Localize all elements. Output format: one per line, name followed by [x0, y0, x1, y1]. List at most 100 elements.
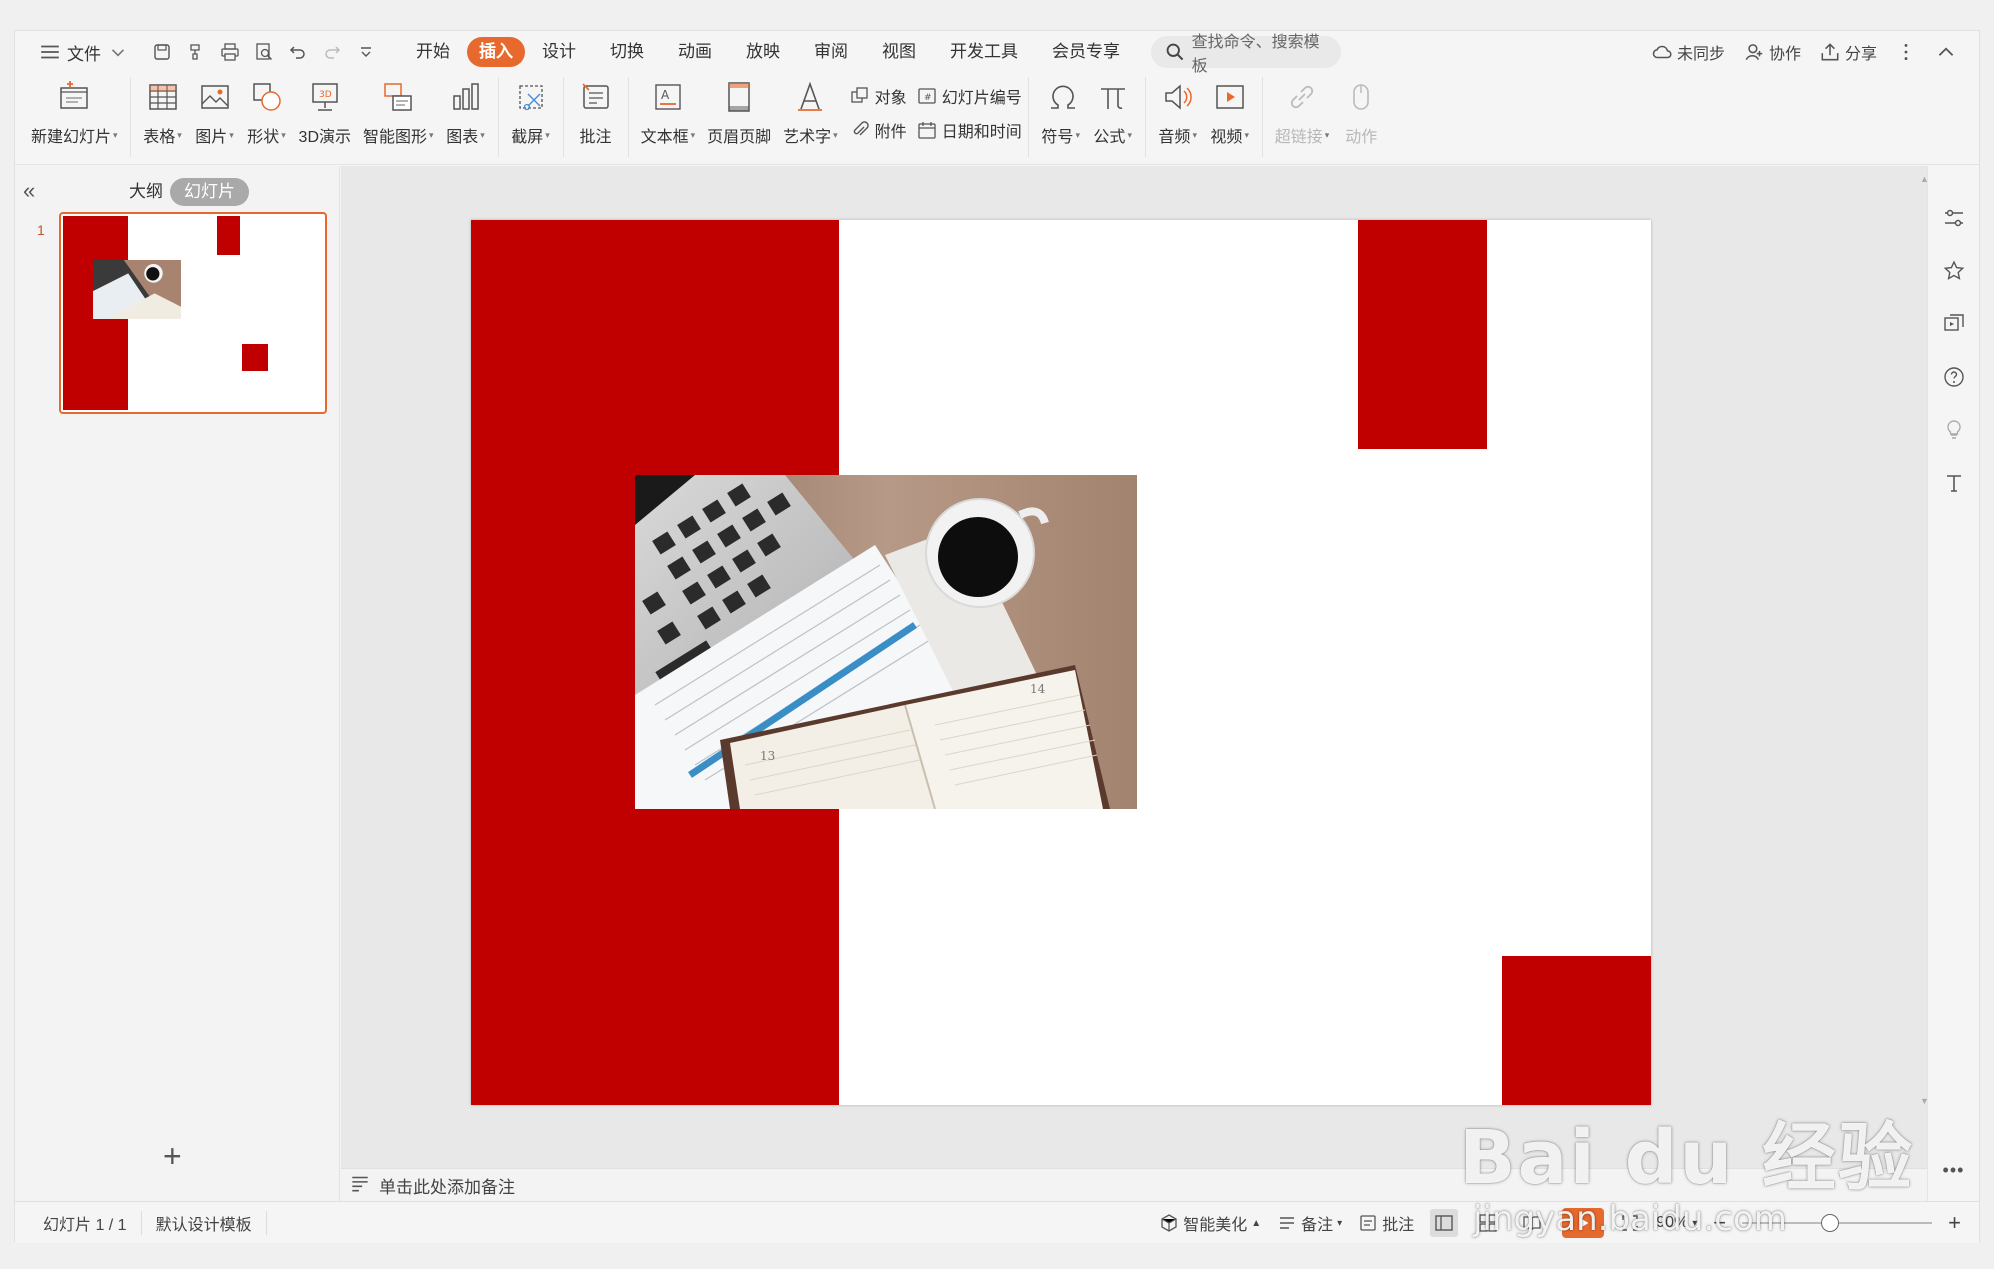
- tab-view[interactable]: 视图: [865, 37, 933, 67]
- picture-button[interactable]: 图片 ▾: [189, 73, 241, 153]
- ribbon-divider: [1261, 77, 1263, 157]
- smartart-label: 智能图形: [363, 129, 428, 146]
- demo3d-button[interactable]: 3D 3D演示: [293, 73, 357, 153]
- audio-button[interactable]: 音频 ▾: [1152, 73, 1204, 153]
- shape-button[interactable]: 形状 ▾: [241, 73, 293, 153]
- slide-number-icon: #: [918, 88, 936, 104]
- insert-number-group: # 幻灯片编号 日期和时间: [917, 73, 1022, 143]
- help-icon[interactable]: [1942, 365, 1966, 394]
- format-painter-icon[interactable]: [185, 41, 207, 63]
- shape-label: 形状: [247, 129, 280, 146]
- fit-window-button[interactable]: [1620, 1213, 1640, 1233]
- chevron-down-icon: [107, 41, 129, 63]
- comment-button[interactable]: 批注: [570, 73, 622, 153]
- normal-view-button[interactable]: [1430, 1209, 1459, 1237]
- tab-home[interactable]: 开始: [399, 37, 467, 67]
- tab-animations[interactable]: 动画: [661, 37, 729, 67]
- symbol-button[interactable]: 符号 ▾: [1035, 73, 1087, 153]
- thumb-red-bottom-block: [242, 344, 268, 371]
- tab-slideshow[interactable]: 放映: [729, 37, 797, 67]
- tab-review[interactable]: 审阅: [797, 37, 865, 67]
- sliders-icon[interactable]: [1942, 206, 1966, 235]
- customize-toolbar-icon[interactable]: [355, 41, 377, 63]
- new-slide-icon: [54, 77, 94, 117]
- screenshot-button[interactable]: 截屏 ▾: [505, 73, 557, 153]
- formula-button[interactable]: 公式 ▾: [1087, 73, 1139, 153]
- screenshot-label: 截屏: [511, 129, 544, 146]
- slide-number-button[interactable]: # 幻灯片编号: [917, 83, 1022, 109]
- zoom-in-icon[interactable]: +: [1948, 1210, 1961, 1236]
- save-icon[interactable]: [151, 41, 173, 63]
- tab-member[interactable]: 会员专享: [1035, 37, 1137, 67]
- tab-developer[interactable]: 开发工具: [933, 37, 1035, 67]
- slide-thumbnail[interactable]: [59, 212, 327, 414]
- file-menu[interactable]: 文件: [33, 36, 135, 68]
- tab-outline[interactable]: 大纲: [115, 178, 177, 206]
- redo-icon[interactable]: [321, 41, 343, 63]
- command-search[interactable]: 查找命令、搜索模板: [1151, 34, 1341, 75]
- dropdown-caret-icon: ▾: [113, 129, 118, 140]
- object-icon: [851, 87, 868, 103]
- hyperlink-button[interactable]: 超链接 ▾: [1269, 73, 1336, 153]
- datetime-button[interactable]: 日期和时间: [917, 117, 1022, 143]
- comment-toggle-button[interactable]: 批注: [1358, 1211, 1414, 1235]
- textbox-button[interactable]: A 文本框 ▾: [635, 73, 702, 153]
- new-slide-button[interactable]: 新建幻灯片 ▾: [25, 73, 124, 153]
- chart-button[interactable]: 图表 ▾: [440, 73, 492, 153]
- laptop-coffee-photo[interactable]: 13 14: [635, 475, 1137, 809]
- object-button[interactable]: 对象: [850, 83, 907, 109]
- template-name[interactable]: 默认设计模板: [142, 1210, 267, 1235]
- zoom-level-dropdown[interactable]: 90% ▾: [1656, 1214, 1697, 1232]
- video-button[interactable]: 视频 ▾: [1204, 73, 1256, 153]
- sync-status[interactable]: 未同步: [1651, 40, 1725, 64]
- attachment-button[interactable]: 附件: [850, 117, 907, 143]
- sorter-view-button[interactable]: [1474, 1209, 1502, 1237]
- dropdown-caret-icon: ▾: [229, 129, 234, 140]
- animation-pane-icon[interactable]: [1942, 312, 1966, 341]
- collapse-panel-icon[interactable]: «: [23, 178, 35, 204]
- chart-label: 图表: [446, 129, 479, 146]
- tab-transitions[interactable]: 切换: [593, 37, 661, 67]
- add-slide-icon[interactable]: +: [163, 1138, 182, 1175]
- smartart-button[interactable]: 智能图形 ▾: [357, 73, 440, 153]
- start-slideshow-button[interactable]: [1562, 1208, 1605, 1238]
- header-footer-label: 页眉页脚: [707, 129, 772, 146]
- star-icon[interactable]: [1942, 259, 1966, 288]
- status-left: 幻灯片 1 / 1 默认设计模板: [29, 1210, 267, 1235]
- collab-button[interactable]: 协作: [1743, 40, 1801, 64]
- reading-view-button[interactable]: [1518, 1209, 1546, 1237]
- zoom-out-icon[interactable]: −: [1713, 1210, 1726, 1236]
- tab-insert[interactable]: 插入: [467, 37, 525, 67]
- user-add-icon: [1743, 41, 1765, 63]
- zoom-slider-knob[interactable]: [1820, 1214, 1839, 1232]
- red-top-right-block[interactable]: [1358, 220, 1487, 449]
- tab-design[interactable]: 设计: [525, 37, 593, 67]
- slide-count: 幻灯片 1 / 1: [29, 1210, 142, 1235]
- notes-toggle-button[interactable]: 备注 ▾: [1277, 1211, 1342, 1235]
- action-button[interactable]: 动作: [1335, 73, 1387, 153]
- slide-1[interactable]: 13 14: [471, 220, 1651, 1105]
- text-format-icon[interactable]: [1942, 471, 1966, 500]
- zoom-slider[interactable]: [1742, 1214, 1933, 1232]
- lightbulb-icon[interactable]: [1942, 418, 1966, 447]
- red-bottom-right-block[interactable]: [1502, 956, 1651, 1105]
- print-preview-icon[interactable]: [253, 41, 275, 63]
- more-horizontal-icon[interactable]: •••: [1943, 1160, 1965, 1181]
- wordart-icon: [790, 77, 830, 117]
- share-button[interactable]: 分享: [1819, 40, 1877, 64]
- video-icon: [1210, 77, 1250, 117]
- undo-icon[interactable]: [287, 41, 309, 63]
- more-vertical-icon[interactable]: [1895, 41, 1917, 63]
- tab-slides[interactable]: 幻灯片: [170, 178, 249, 206]
- table-button[interactable]: 表格 ▾: [137, 73, 189, 153]
- header-footer-button[interactable]: 页眉页脚: [701, 73, 777, 153]
- print-icon[interactable]: [219, 41, 241, 63]
- audio-label: 音频: [1158, 129, 1191, 146]
- wordart-button[interactable]: 艺术字 ▾: [777, 73, 844, 153]
- status-right: 智能美化 ▲ 备注 ▾ 批注 90% ▾ − +: [1159, 1202, 1961, 1244]
- table-icon: [143, 77, 183, 117]
- smart-beautify-button[interactable]: 智能美化 ▲: [1159, 1211, 1261, 1235]
- right-side-toolbar: •••: [1927, 166, 1979, 1201]
- collapse-ribbon-icon[interactable]: [1935, 41, 1957, 63]
- notes-bar[interactable]: 单击此处添加备注: [341, 1168, 1941, 1201]
